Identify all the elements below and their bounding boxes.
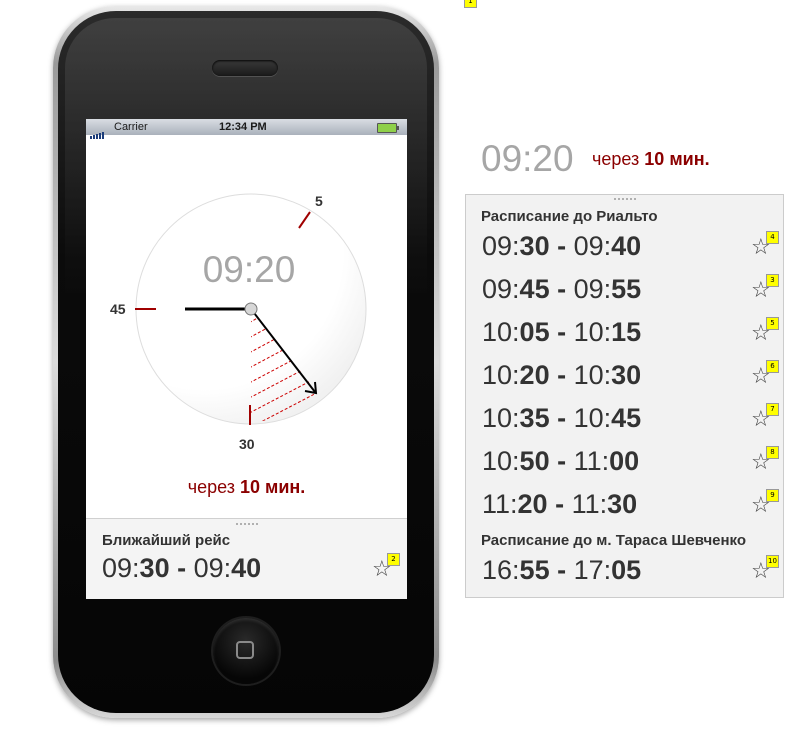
nearest-departure-panel[interactable]: Ближайший рейс 09:30 - 09:40 ☆ 2 xyxy=(86,518,407,599)
time-separator: - xyxy=(549,403,574,433)
dep-minute: 45 xyxy=(519,274,550,304)
arr-minute: 05 xyxy=(611,555,642,585)
carrier-label: Carrier xyxy=(114,121,148,133)
time-separator: - xyxy=(549,231,574,261)
earpiece-speaker xyxy=(212,60,278,76)
dep-hour: 10: xyxy=(482,446,520,476)
schedule-row[interactable]: 10:35 - 10:45 xyxy=(482,403,641,434)
star-badge: 2 xyxy=(387,553,400,566)
star-badge: 8 xyxy=(766,446,779,459)
dep-minute: 20 xyxy=(519,360,550,390)
schedule-title: Расписание до м. Тараса Шевченко xyxy=(481,532,747,549)
time-separator: - xyxy=(549,555,574,585)
arr-minute: 45 xyxy=(611,403,642,433)
side-countdown-value: 10 мин. xyxy=(644,149,710,169)
arr-minute: 15 xyxy=(611,317,642,347)
arr-minute: 40 xyxy=(231,553,262,583)
arr-hour: 10: xyxy=(573,317,612,347)
arr-minute: 40 xyxy=(611,231,642,261)
schedule-row[interactable]: 11:20 - 11:30 xyxy=(482,489,637,520)
dep-hour: 09: xyxy=(482,231,520,261)
nearest-title: Ближайший рейс xyxy=(102,532,231,549)
phone-screen: Carrier 12:34 PM 5 45 30 09:20 через 10 … xyxy=(86,119,407,599)
arr-hour: 09: xyxy=(573,231,612,261)
dep-minute: 50 xyxy=(519,446,550,476)
star-badge: 7 xyxy=(766,403,779,416)
side-countdown: через 10 мин. xyxy=(592,149,710,170)
side-current-time: 09:20 xyxy=(481,138,574,179)
dep-minute: 05 xyxy=(519,317,550,347)
time-separator: - xyxy=(169,553,194,583)
clock-digital-time: 09:20 xyxy=(203,249,296,290)
time-separator: - xyxy=(549,446,574,476)
clock-label-30: 30 xyxy=(239,436,255,452)
star-badge: 10 xyxy=(766,555,779,568)
dep-hour: 09: xyxy=(102,553,140,583)
clock-label-5: 5 xyxy=(315,193,323,209)
schedule-row[interactable]: 10:20 - 10:30 xyxy=(482,360,641,391)
arr-minute: 30 xyxy=(607,489,638,519)
schedule-row[interactable]: 16:55 - 17:05 xyxy=(482,555,641,586)
arr-hour: 10: xyxy=(573,360,612,390)
side-countdown-prefix: через xyxy=(592,149,640,169)
dep-minute: 30 xyxy=(519,231,550,261)
star-badge: 9 xyxy=(766,489,779,502)
schedule-row[interactable]: 10:05 - 10:15 xyxy=(482,317,641,348)
countdown-prefix: через xyxy=(187,477,235,497)
time-separator: - xyxy=(547,489,572,519)
arr-minute: 55 xyxy=(611,274,642,304)
star-badge: 6 xyxy=(766,360,779,373)
arr-hour: 17: xyxy=(573,555,612,585)
dep-hour: 09: xyxy=(482,274,520,304)
clock-center-pin xyxy=(244,302,258,316)
status-time: 12:34 PM xyxy=(219,121,267,133)
arr-hour: 09: xyxy=(573,274,612,304)
arr-hour: 10: xyxy=(573,403,612,433)
arr-hour: 11: xyxy=(571,489,608,519)
drag-handle[interactable] xyxy=(613,198,636,202)
dep-hour: 16: xyxy=(482,555,520,585)
arr-hour: 11: xyxy=(573,446,610,476)
star-badge: 3 xyxy=(766,274,779,287)
schedule-row[interactable]: 09:30 - 09:40 xyxy=(482,231,641,262)
arr-minute: 30 xyxy=(611,360,642,390)
dep-minute: 35 xyxy=(519,403,550,433)
home-button[interactable] xyxy=(213,618,279,684)
schedule-row[interactable]: 09:45 - 09:55 xyxy=(482,274,641,305)
top-badge: 1 xyxy=(464,0,477,8)
clock-face: 5 45 30 09:20 xyxy=(110,193,367,452)
dep-hour: 10: xyxy=(482,317,520,347)
star-badge: 4 xyxy=(766,231,779,244)
dep-hour: 10: xyxy=(482,403,520,433)
schedule-panel: Расписание до Риальто 09:30 - 09:40 ☆ 4 09:4… xyxy=(465,194,784,598)
dep-minute: 30 xyxy=(139,553,170,583)
dep-minute: 20 xyxy=(517,489,548,519)
drag-handle[interactable] xyxy=(235,523,258,527)
battery-icon xyxy=(377,123,399,133)
countdown-value: 10 мин. xyxy=(240,477,306,497)
clock-label-45: 45 xyxy=(110,301,126,317)
time-separator: - xyxy=(549,360,574,390)
time-separator: - xyxy=(549,274,574,304)
dep-minute: 55 xyxy=(519,555,550,585)
dep-hour: 11: xyxy=(482,489,518,519)
schedule-title: Расписание до Риальто xyxy=(481,208,658,225)
nearest-time: 09:30 - 09:40 xyxy=(102,553,261,584)
schedule-row[interactable]: 10:50 - 11:00 xyxy=(482,446,639,477)
star-badge: 5 xyxy=(766,317,779,330)
arr-minute: 00 xyxy=(609,446,640,476)
arr-hour: 09: xyxy=(193,553,232,583)
home-square-icon xyxy=(236,641,254,659)
status-bar: Carrier 12:34 PM xyxy=(86,119,407,139)
time-separator: - xyxy=(549,317,574,347)
countdown-text: через 10 мин. xyxy=(86,477,407,498)
dep-hour: 10: xyxy=(482,360,520,390)
